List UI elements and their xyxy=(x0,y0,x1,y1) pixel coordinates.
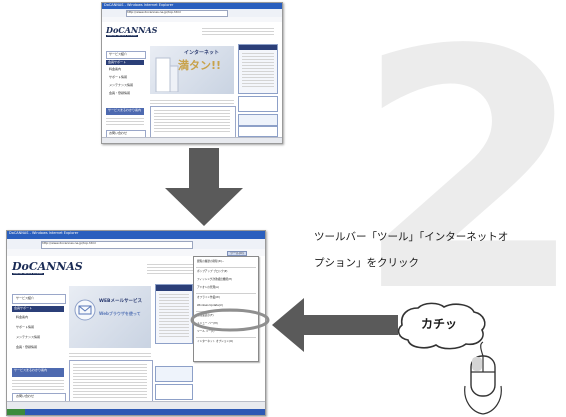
site-logo: DoCANNAS xyxy=(106,25,158,35)
address-field[interactable]: http://www.docannas.ne.jp/top.html xyxy=(126,10,228,17)
docannas-phone-banner[interactable] xyxy=(155,366,193,382)
ip-phone-banner[interactable] xyxy=(238,126,278,137)
login-box xyxy=(238,44,278,94)
side-item-service[interactable]: サービス紹介 xyxy=(16,297,34,300)
side-info-box xyxy=(238,96,278,112)
login-form xyxy=(242,53,274,89)
side-item-maintenance[interactable]: メンテナンス情報 xyxy=(16,336,40,339)
highlight-ring xyxy=(190,308,270,332)
menu-item-internet-options[interactable]: インターネット オプション(O) xyxy=(197,340,233,344)
side-item-fees[interactable]: 料金案内 xyxy=(16,316,28,319)
address-field[interactable]: http://www.docannas.ne.jp/top.html xyxy=(41,241,193,249)
menu-separator xyxy=(196,293,256,294)
side-item-account[interactable]: 会員・登録情報 xyxy=(109,92,130,95)
instruction-line-2: プション」をクリック xyxy=(314,257,419,269)
site-logo: DoCANNAS xyxy=(12,260,83,273)
menu-item-popup-blocker[interactable]: ポップアップ ブロック(P) xyxy=(197,270,227,274)
banner-title: インターネット xyxy=(184,50,220,56)
site-logo-subtitle: Internet Service Provider xyxy=(12,272,44,276)
promo-text xyxy=(106,118,144,126)
windows-taskbar xyxy=(7,409,265,415)
side-header: 会員サポート xyxy=(106,60,144,65)
banner-headline: Webブラウザを使って xyxy=(99,311,141,316)
side-header: 会員サポート xyxy=(12,306,64,312)
side-item-fees[interactable]: 料金案内 xyxy=(109,68,121,71)
building-graphic xyxy=(155,57,179,92)
banner-headline: 満タン!! xyxy=(178,59,222,72)
contact-link[interactable]: お問い合わせ xyxy=(109,132,127,135)
news-header xyxy=(69,353,151,358)
main-banner[interactable]: WEBメールサービス Webブラウザを使って xyxy=(69,286,151,348)
menu-item-delete-history[interactable]: 閲覧の履歴の削除(D)... xyxy=(197,260,224,264)
news-text xyxy=(154,110,230,134)
site-logo-subtitle: Internet Service Provider xyxy=(106,34,138,38)
menu-item-manage-addons[interactable]: アドオンの管理(A) xyxy=(197,286,219,290)
contact-link[interactable]: お問い合わせ xyxy=(16,395,34,398)
login-header xyxy=(239,45,277,50)
status-bar xyxy=(7,401,265,409)
down-arrow-icon xyxy=(165,148,243,226)
side-item-service[interactable]: サービス紹介 xyxy=(109,53,127,56)
docannas-phone-banner[interactable] xyxy=(238,114,278,126)
side-item-support[interactable]: サポート情報 xyxy=(16,326,34,329)
email-icon xyxy=(74,299,96,321)
ip-phone-banner[interactable] xyxy=(155,384,193,400)
menu-separator xyxy=(196,267,256,268)
menu-item-work-offline[interactable]: オフライン作業(W) xyxy=(197,296,220,300)
window-titlebar: DoCANNAS - Windows Internet Explorer xyxy=(7,231,265,239)
window-title: DoCANNAS - Windows Internet Explorer xyxy=(104,3,174,7)
news-box xyxy=(69,360,153,402)
login-form xyxy=(159,294,189,338)
news-text xyxy=(73,364,147,398)
side-item-account[interactable]: 会員・登録情報 xyxy=(16,346,37,349)
left-arrow-icon xyxy=(272,298,398,352)
step-number: 2 xyxy=(355,0,566,294)
instruction-line-1: ツールバー「ツール」「インターネットオ xyxy=(314,231,509,243)
main-banner[interactable]: インターネット 満タン!! xyxy=(150,46,234,94)
side-item-support[interactable]: サポート情報 xyxy=(109,76,127,79)
browser-screenshot-before: DoCANNAS - Windows Internet Explorer htt… xyxy=(101,2,283,144)
mouse-icon xyxy=(464,341,502,415)
login-header xyxy=(156,285,192,291)
news-box xyxy=(150,106,236,138)
banner-title: WEBメールサービス xyxy=(99,299,142,304)
menu-item-phishing-filter[interactable]: フィッシング詐欺検出機能(H) xyxy=(197,278,232,282)
promo-banner[interactable]: サービスまるわかり案内 xyxy=(12,368,64,377)
web-page: DoCANNAS Internet Service Provider サービス紹… xyxy=(102,22,282,138)
window-title: DoCANNAS - Windows Internet Explorer xyxy=(9,231,79,235)
click-label: カチッ xyxy=(421,317,458,331)
step-number-graphic: 2 xyxy=(355,0,566,294)
promo-banner[interactable]: サービスまるわかり案内 xyxy=(106,108,144,115)
side-item-maintenance[interactable]: メンテナンス情報 xyxy=(109,84,133,87)
start-button[interactable] xyxy=(7,409,25,415)
header-links xyxy=(202,28,274,37)
promo-text xyxy=(12,380,64,390)
menu-separator xyxy=(196,337,256,338)
status-bar xyxy=(102,137,282,143)
news-header xyxy=(150,100,234,104)
